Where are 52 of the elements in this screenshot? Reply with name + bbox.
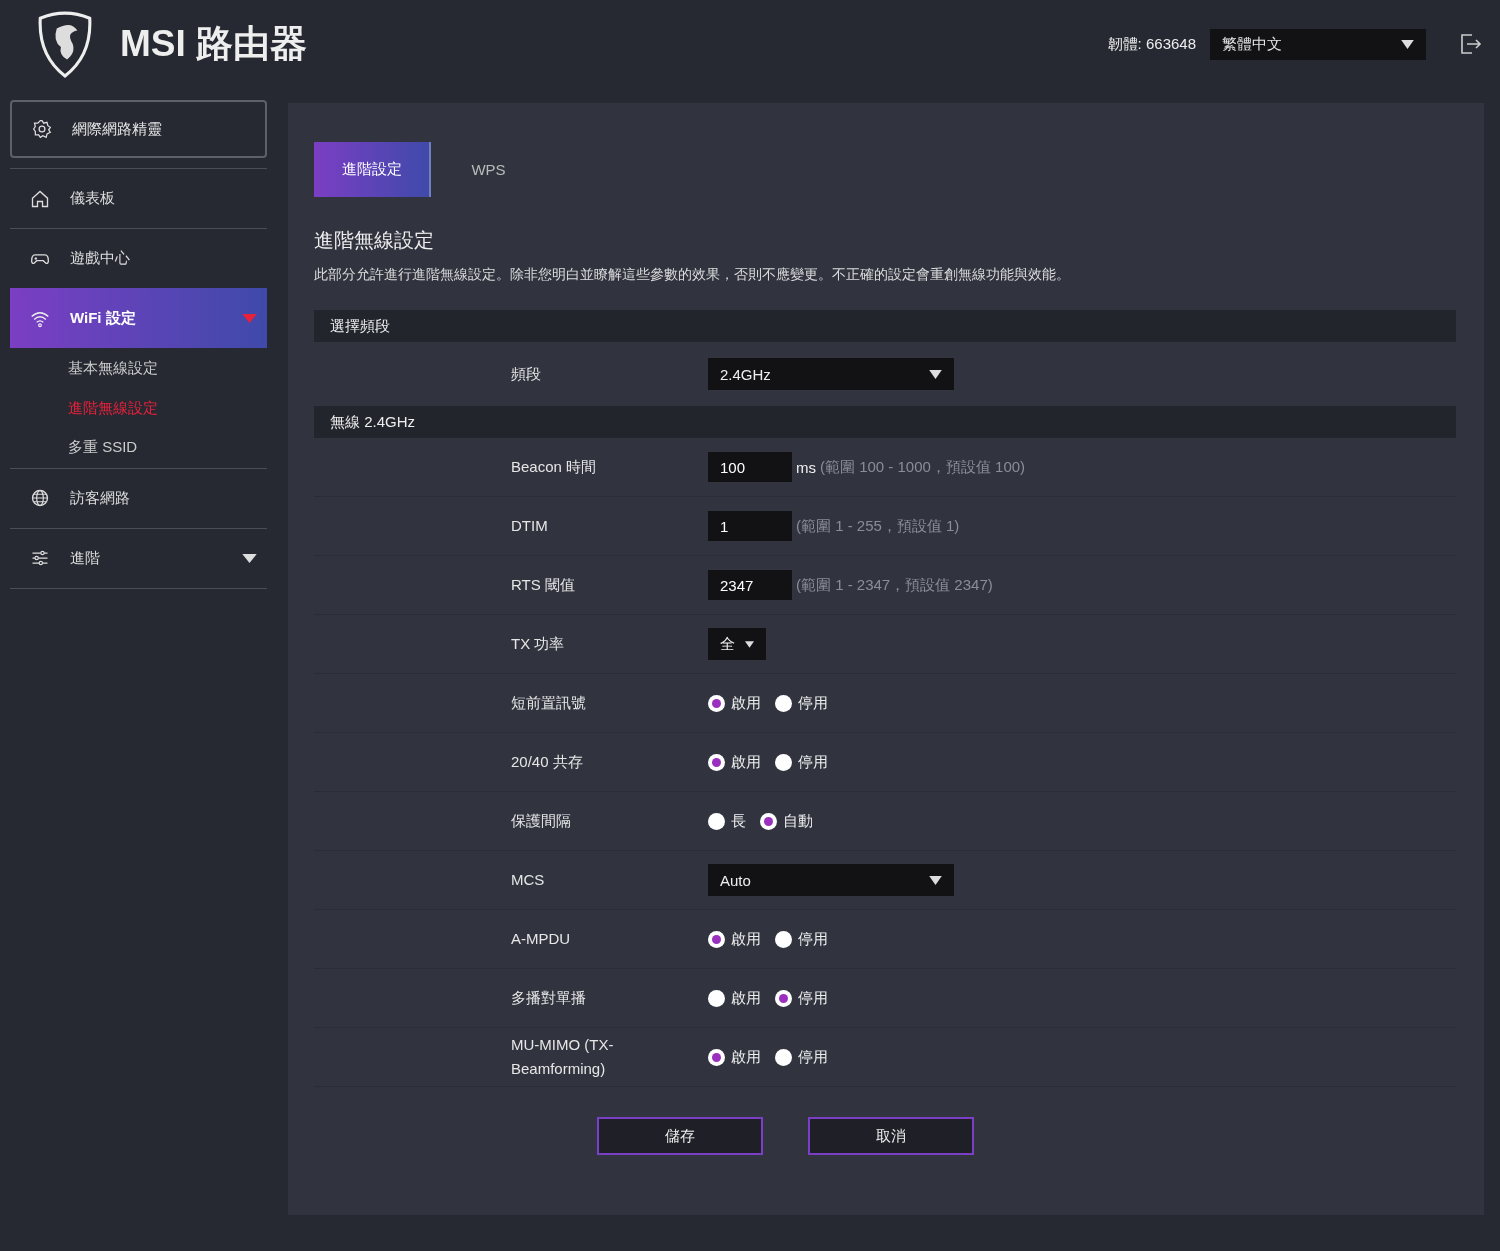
field-label: 多播對單播	[511, 988, 587, 1008]
field-label: TX 功率	[511, 634, 566, 654]
radio-label: 停用	[798, 752, 828, 772]
radio-label: 啟用	[731, 1047, 761, 1067]
radio-label: 停用	[798, 929, 828, 949]
field-label: 短前置訊號	[511, 693, 587, 713]
radio-label: 啟用	[731, 693, 761, 713]
dropdown-select[interactable]: Auto	[708, 864, 954, 896]
field-label: A-MPDU	[511, 929, 572, 949]
input-field[interactable]: 2347	[708, 570, 792, 600]
sidebar-item[interactable]: 進階	[10, 527, 267, 589]
input-field[interactable]: 100	[708, 452, 792, 482]
tab[interactable]: WPS	[431, 142, 546, 197]
wizard-button[interactable]: 網際網路精靈	[10, 100, 267, 158]
app-title: MSI 路由器	[120, 22, 308, 66]
radio-label: 啟用	[731, 929, 761, 949]
page-heading: 進階無線設定	[314, 228, 435, 253]
submenu-item[interactable]: 基本無線設定	[68, 349, 267, 389]
dropdown-select[interactable]: 全	[708, 628, 766, 660]
radio-label: 長	[731, 811, 746, 831]
unit-label: ms	[796, 458, 816, 476]
radio-label: 停用	[798, 988, 828, 1008]
field-label: Beacon 時間	[511, 457, 598, 477]
submenu-item[interactable]: 多重 SSID	[68, 428, 267, 468]
field-label: DTIM	[511, 516, 549, 536]
range-hint: (範圍 1 - 2347，預設值 2347)	[796, 575, 993, 595]
range-hint: (範圍 100 - 1000，預設值 100)	[820, 457, 1026, 477]
action-button[interactable]: 取消	[807, 1117, 974, 1155]
radio-label: 停用	[798, 693, 828, 713]
tab[interactable]: 進階設定	[314, 142, 431, 197]
radio-label: 啟用	[731, 988, 761, 1008]
dropdown-select[interactable]: 2.4GHz	[708, 358, 954, 390]
field-label: MU-MIMO (TX-Beamforming)	[511, 1035, 615, 1079]
radio-label: 自動	[783, 811, 813, 831]
sidebar-item[interactable]: WiFi 設定	[10, 288, 267, 348]
sidebar-item[interactable]: 訪客網路	[10, 467, 267, 528]
field-label: RTS 閾值	[511, 575, 576, 595]
action-button[interactable]: 儲存	[596, 1117, 763, 1155]
section-header: 無線 2.4GHz	[314, 406, 1456, 438]
input-field[interactable]: 1	[708, 511, 792, 541]
field-label: 頻段	[511, 364, 542, 384]
firmware-version: 韌體: 663648	[1107, 34, 1196, 54]
section-header: 選擇頻段	[314, 310, 1456, 342]
radio-label: 停用	[798, 1047, 828, 1067]
field-label: MCS	[511, 870, 546, 890]
language-select[interactable]: 繁體中文	[1210, 28, 1426, 60]
radio-label: 啟用	[731, 752, 761, 772]
description-text: 此部分允許進行進階無線設定。除非您明白並瞭解這些參數的效果，否則不應變更。不正確的設定會重創無線功能與效能。	[314, 266, 1071, 284]
field-label: 20/40 共存	[511, 752, 584, 772]
sidebar-item[interactable]: 儀表板	[10, 168, 267, 228]
range-hint: (範圍 1 - 255，預設值 1)	[796, 516, 960, 536]
field-label: 保護間隔	[511, 811, 572, 831]
